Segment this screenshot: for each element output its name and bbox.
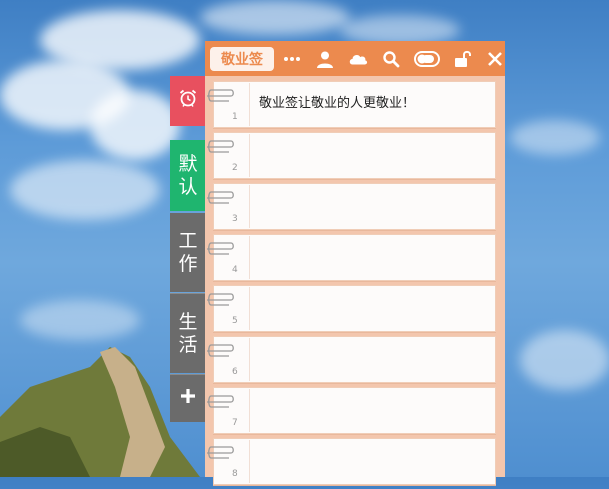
toggle-icon[interactable] xyxy=(413,49,440,69)
sticky-note-panel: 敬业签 1 敬业签让敬业的人更敬业！ 2 3 4 5 6 7 8 xyxy=(205,41,505,485)
plus-icon xyxy=(179,387,197,411)
tab-work[interactable]: 工 作 xyxy=(170,213,206,292)
tab-work-label-2: 作 xyxy=(178,252,198,275)
unlock-icon[interactable] xyxy=(453,49,473,69)
note-item[interactable]: 2 xyxy=(205,132,505,183)
note-list: 1 敬业签让敬业的人更敬业！ 2 3 4 5 6 7 8 xyxy=(205,81,505,489)
note-paper[interactable]: 4 xyxy=(213,234,496,281)
tab-life-label-1: 生 xyxy=(178,310,198,333)
brand-logo[interactable]: 敬业签 xyxy=(210,46,274,71)
note-margin-line xyxy=(249,83,250,126)
note-number: 5 xyxy=(232,316,238,326)
titlebar: 敬业签 xyxy=(205,41,505,76)
note-number: 7 xyxy=(232,418,238,428)
paper-clip-icon xyxy=(207,446,234,459)
alarm-clock-icon xyxy=(178,88,198,114)
tab-life-label-2: 活 xyxy=(178,333,198,356)
note-paper[interactable]: 1 敬业签让敬业的人更敬业！ xyxy=(213,81,496,128)
paper-clip-icon xyxy=(207,344,234,357)
note-margin-line xyxy=(249,389,250,432)
more-icon[interactable] xyxy=(282,49,302,69)
note-item[interactable]: 8 xyxy=(205,438,505,489)
note-item[interactable]: 7 xyxy=(205,387,505,438)
tab-default-label-1: 默 xyxy=(178,152,198,175)
paper-clip-icon xyxy=(207,293,234,306)
note-number: 2 xyxy=(232,163,238,173)
search-icon[interactable] xyxy=(381,49,401,69)
note-item[interactable]: 3 xyxy=(205,183,505,234)
note-item[interactable]: 5 xyxy=(205,285,505,336)
note-number: 3 xyxy=(232,214,238,224)
paper-clip-icon xyxy=(207,191,234,204)
note-paper[interactable]: 5 xyxy=(213,285,496,332)
paper-clip-icon xyxy=(207,395,234,408)
cloud-icon[interactable] xyxy=(348,49,368,69)
note-margin-line xyxy=(249,338,250,381)
note-margin-line xyxy=(249,236,250,279)
tab-life[interactable]: 生 活 xyxy=(170,293,206,373)
note-margin-line xyxy=(249,185,250,228)
note-item[interactable]: 4 xyxy=(205,234,505,285)
tab-work-label-1: 工 xyxy=(178,229,198,252)
note-margin-line xyxy=(249,287,250,330)
note-item[interactable]: 1 敬业签让敬业的人更敬业！ xyxy=(205,81,505,132)
note-text[interactable]: 敬业签让敬业的人更敬业！ xyxy=(259,92,415,111)
note-margin-line xyxy=(249,134,250,177)
user-icon[interactable] xyxy=(315,49,335,69)
add-tab-button[interactable] xyxy=(170,374,206,422)
note-paper[interactable]: 6 xyxy=(213,336,496,383)
tab-default[interactable]: 默 认 xyxy=(170,140,206,211)
note-paper[interactable]: 3 xyxy=(213,183,496,230)
paper-clip-icon xyxy=(207,89,234,102)
note-paper[interactable]: 8 xyxy=(213,438,496,485)
paper-clip-icon xyxy=(207,140,234,153)
note-paper[interactable]: 7 xyxy=(213,387,496,434)
note-item[interactable]: 6 xyxy=(205,336,505,387)
note-number: 4 xyxy=(232,265,238,275)
note-number: 6 xyxy=(232,367,238,377)
note-paper[interactable]: 2 xyxy=(213,132,496,179)
tab-default-label-2: 认 xyxy=(178,175,198,198)
note-number: 8 xyxy=(232,469,238,479)
tab-alarm[interactable] xyxy=(170,76,206,126)
note-number: 1 xyxy=(232,112,238,122)
paper-clip-icon xyxy=(207,242,234,255)
close-icon[interactable] xyxy=(486,49,505,69)
